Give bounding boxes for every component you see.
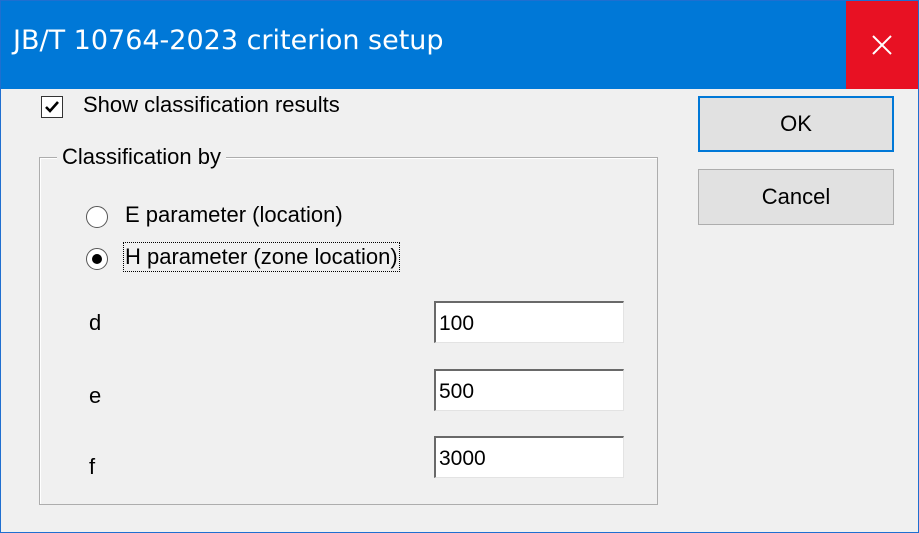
radio-selected-dot [92,254,102,264]
ok-button[interactable]: OK [698,96,894,152]
checkmark-icon [45,101,59,113]
param-d-input[interactable]: 100 [434,301,624,343]
title-bar[interactable]: JB/T 10764-2023 criterion setup [1,1,918,89]
close-icon [872,35,892,55]
e-parameter-radio[interactable] [86,206,108,228]
h-parameter-radio[interactable] [86,248,108,270]
param-d-label: d [89,310,102,335]
close-button[interactable] [846,1,918,89]
dialog-body: Show classification results Classificati… [1,89,918,532]
e-parameter-label[interactable]: E parameter (location) [125,202,343,228]
cancel-button[interactable]: Cancel [698,169,894,225]
show-results-label[interactable]: Show classification results [83,92,340,118]
param-e-label: e [89,383,102,408]
h-parameter-label[interactable]: H parameter (zone location) [123,242,400,272]
show-results-checkbox[interactable] [41,96,63,118]
classification-group-label: Classification by [57,144,226,170]
window-title: JB/T 10764-2023 criterion setup [13,25,444,56]
param-f-label: f [89,454,96,479]
param-f-input[interactable]: 3000 [434,436,624,478]
param-e-input[interactable]: 500 [434,369,624,411]
dialog-window: JB/T 10764-2023 criterion setup Show cla… [0,0,919,533]
